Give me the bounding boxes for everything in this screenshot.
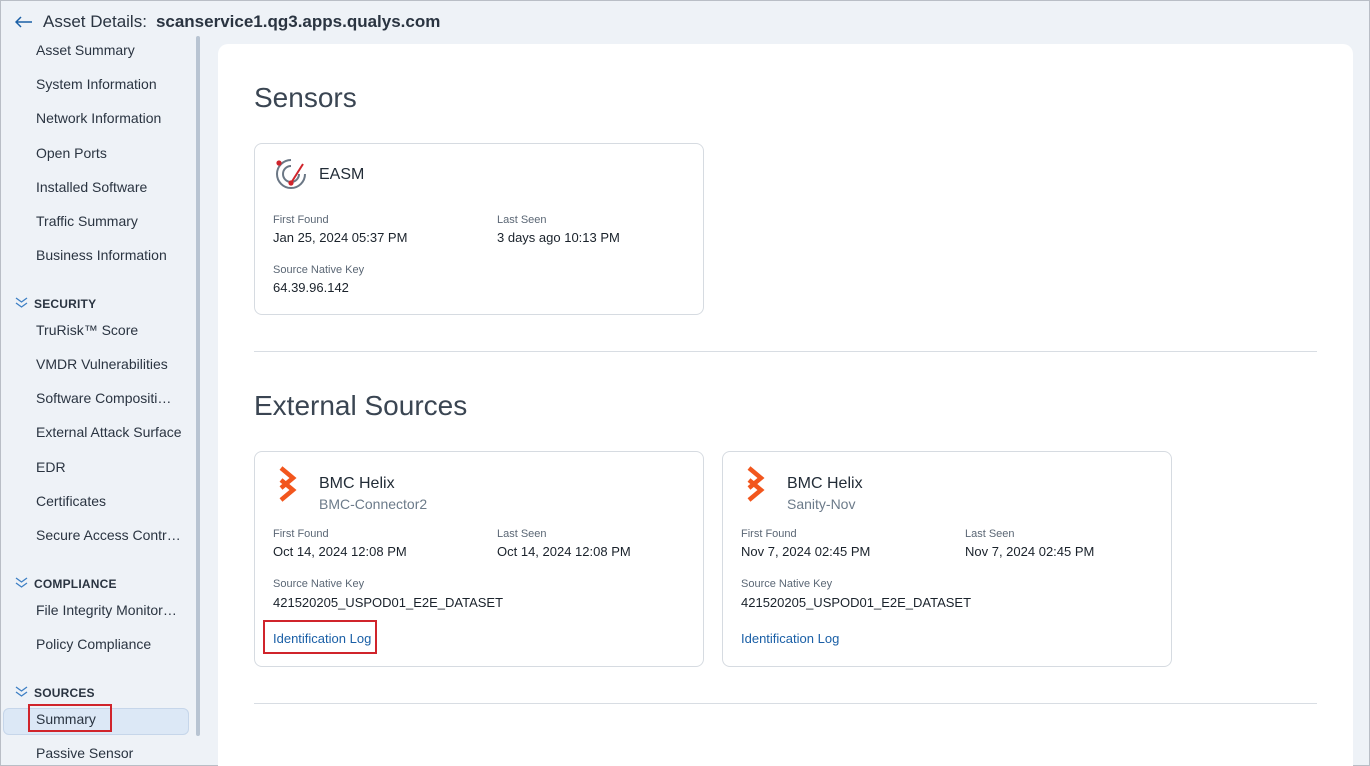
page-title-label: Asset Details: <box>43 12 147 31</box>
card-title: BMC Helix <box>787 475 863 492</box>
sidebar-item-certificates[interactable]: Certificates <box>36 493 106 509</box>
sidebar-item-installed-software[interactable]: Installed Software <box>36 179 147 195</box>
sidebar-item-traffic-summary[interactable]: Traffic Summary <box>36 213 138 229</box>
first-found-label: First Found <box>741 528 797 540</box>
sidebar-section-security[interactable]: SECURITY <box>15 297 96 311</box>
section-divider <box>254 703 1317 704</box>
source-native-key-label: Source Native Key <box>273 264 365 276</box>
sidebar-item-asset-summary[interactable]: Asset Summary <box>36 42 135 58</box>
back-arrow-icon[interactable] <box>13 11 35 33</box>
external-sources-heading: External Sources <box>254 390 468 421</box>
section-title: COMPLIANCE <box>34 577 117 591</box>
section-divider <box>254 351 1317 352</box>
last-seen-value: Oct 14, 2024 12:08 PM <box>497 544 631 559</box>
card-subtitle: BMC-Connector2 <box>319 496 428 512</box>
sensor-card-easm: EASM First Found Jan 25, 2024 05:37 PM L… <box>254 143 704 315</box>
section-title: SOURCES <box>34 686 95 700</box>
main-content-panel: Sensors EASM First Found Jan 25, 2024 05… <box>218 44 1353 766</box>
external-source-card: BMC Helix Sanity-Nov First Found Nov 7, … <box>722 451 1172 667</box>
sidebar-item-passive-sensor[interactable]: Passive Sensor <box>36 745 133 761</box>
easm-radar-icon <box>273 156 309 192</box>
last-seen-label: Last Seen <box>497 214 547 226</box>
card-subtitle: Sanity-Nov <box>787 496 856 512</box>
source-native-key-label: Source Native Key <box>273 578 365 590</box>
first-found-label: First Found <box>273 528 329 540</box>
sidebar-item-trurisk-score[interactable]: TruRisk™ Score <box>36 322 138 338</box>
sidebar-section-compliance[interactable]: COMPLIANCE <box>15 577 117 591</box>
double-chevron-down-icon <box>15 297 28 311</box>
sidebar-item-file-integrity-monitoring[interactable]: File Integrity Monitor… <box>36 602 177 618</box>
last-seen-value: 3 days ago 10:13 PM <box>497 230 620 245</box>
page-header: Asset Details: scanservice1.qg3.apps.qua… <box>1 1 1369 43</box>
external-source-card: BMC Helix BMC-Connector2 First Found Oct… <box>254 451 704 667</box>
sidebar-item-open-ports[interactable]: Open Ports <box>36 145 107 161</box>
asset-hostname: scanservice1.qg3.apps.qualys.com <box>155 12 441 31</box>
sidebar-item-secure-access-control[interactable]: Secure Access Contr… <box>36 527 181 543</box>
source-native-key-value: 64.39.96.142 <box>273 280 349 295</box>
identification-log-link[interactable]: Identification Log <box>741 631 839 646</box>
sidebar-scrollbar[interactable] <box>196 36 200 736</box>
sidebar-item-vmdr-vulnerabilities[interactable]: VMDR Vulnerabilities <box>36 356 168 372</box>
sidebar-item-business-information[interactable]: Business Information <box>36 247 167 263</box>
bmc-helix-logo-icon <box>273 466 309 502</box>
last-seen-value: Nov 7, 2024 02:45 PM <box>965 544 1095 559</box>
last-seen-label: Last Seen <box>965 528 1015 540</box>
source-native-key-label: Source Native Key <box>741 578 833 590</box>
sidebar-item-policy-compliance[interactable]: Policy Compliance <box>36 636 151 652</box>
sidebar-item-edr[interactable]: EDR <box>36 459 66 475</box>
card-title: EASM <box>319 166 365 183</box>
card-title: BMC Helix <box>319 475 395 492</box>
identification-log-link[interactable]: Identification Log <box>273 631 371 646</box>
double-chevron-down-icon <box>15 686 28 700</box>
sidebar-item-software-composition[interactable]: Software Compositi… <box>36 390 171 406</box>
double-chevron-down-icon <box>15 577 28 591</box>
sensors-heading: Sensors <box>254 82 357 113</box>
sidebar-item-system-information[interactable]: System Information <box>36 76 157 92</box>
first-found-value: Oct 14, 2024 12:08 PM <box>273 544 407 559</box>
first-found-value: Jan 25, 2024 05:37 PM <box>273 230 408 245</box>
sidebar-item-external-attack-surface[interactable]: External Attack Surface <box>36 424 182 440</box>
sidebar-item-summary[interactable]: Summary <box>36 711 96 727</box>
section-title: SECURITY <box>34 297 97 311</box>
source-native-key-value: 421520205_USPOD01_E2E_DATASET <box>741 595 972 610</box>
sidebar-item-network-information[interactable]: Network Information <box>36 110 161 126</box>
first-found-value: Nov 7, 2024 02:45 PM <box>741 544 871 559</box>
first-found-label: First Found <box>273 214 329 226</box>
source-native-key-value: 421520205_USPOD01_E2E_DATASET <box>273 595 504 610</box>
sidebar-section-sources[interactable]: SOURCES <box>15 686 95 700</box>
last-seen-label: Last Seen <box>497 528 547 540</box>
bmc-helix-logo-icon <box>741 466 777 502</box>
